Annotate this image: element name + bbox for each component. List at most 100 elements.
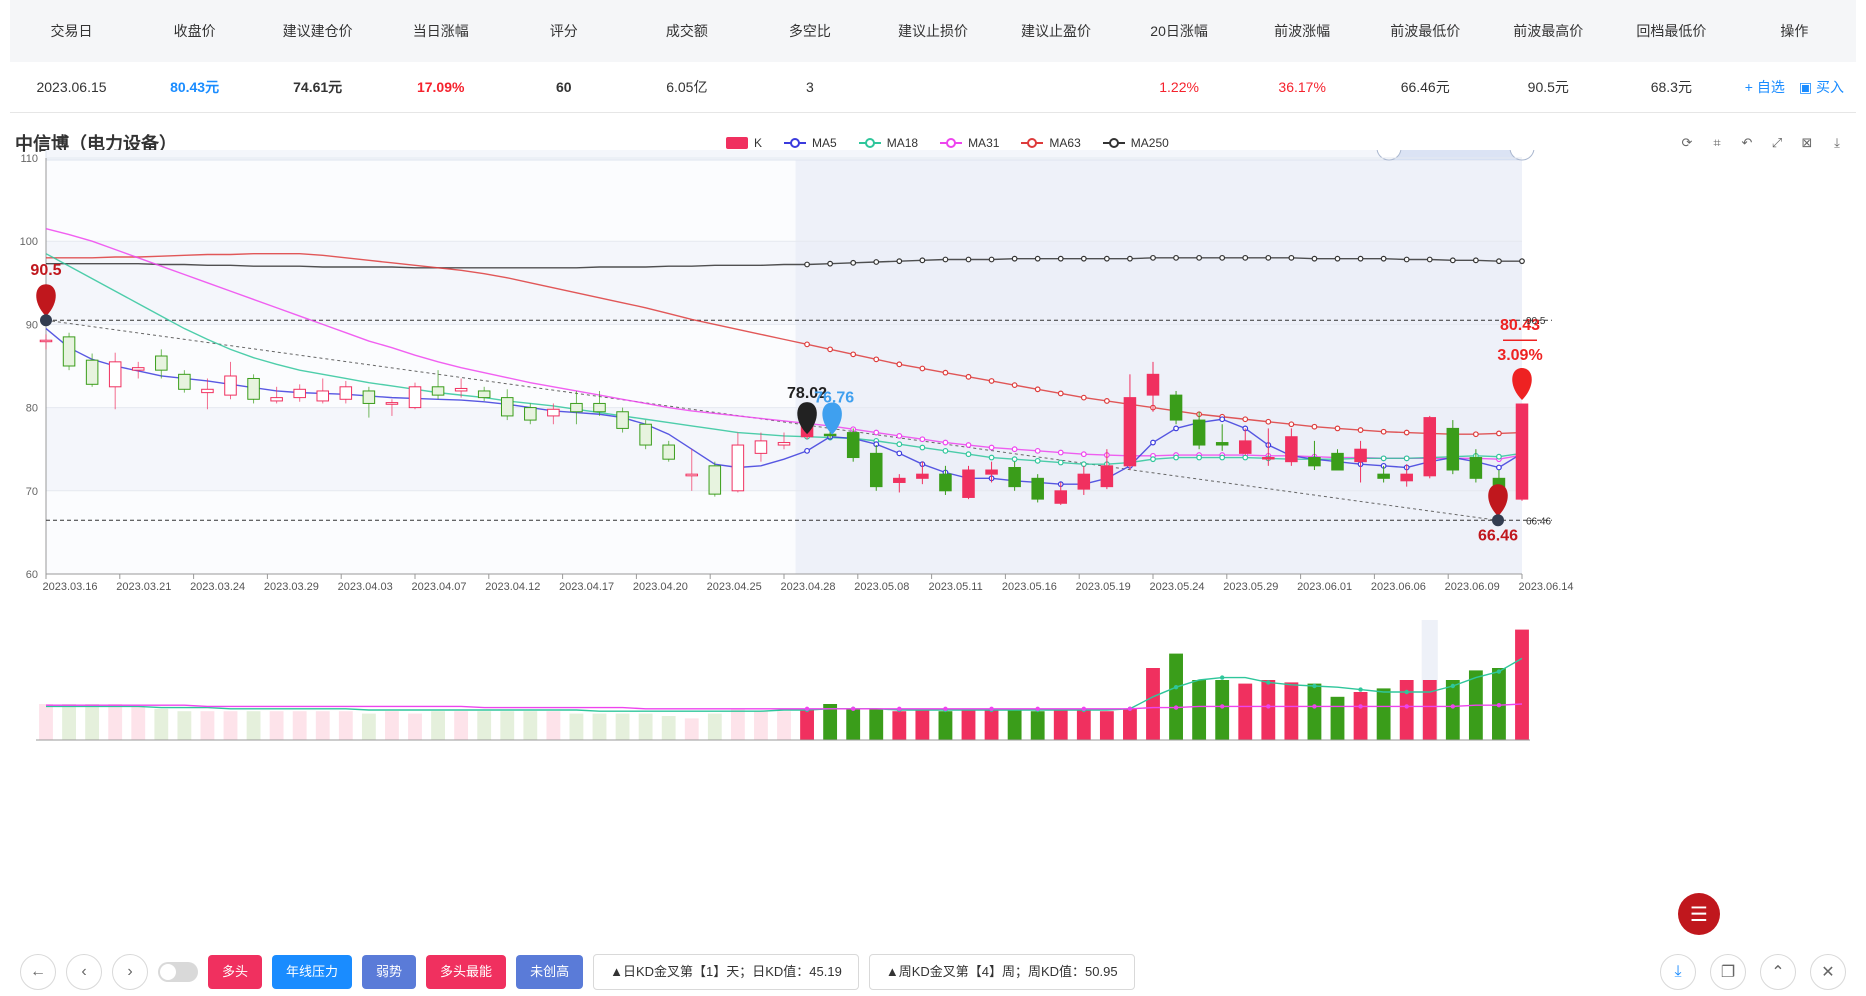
ma250-line-dot bbox=[1357, 255, 1364, 262]
ma250-line-dot bbox=[1196, 254, 1203, 261]
ma63-line-dot bbox=[850, 351, 857, 358]
ma250-line-dot bbox=[1334, 255, 1341, 262]
candle-body bbox=[131, 367, 145, 371]
menu-fab-icon[interactable]: ☰ bbox=[1678, 893, 1720, 935]
x-tick-label: 2023.04.25 bbox=[707, 581, 762, 593]
y-tick-label: 70 bbox=[26, 486, 38, 498]
table-cell: 6.05亿 bbox=[666, 79, 708, 95]
last-change-label: 3.09% bbox=[1497, 347, 1542, 364]
candle-body bbox=[316, 390, 330, 402]
candle-body bbox=[362, 390, 376, 404]
volume-bar bbox=[246, 711, 261, 740]
ma5-line-dot bbox=[1173, 425, 1179, 432]
candle-body bbox=[593, 402, 606, 413]
ma63-line-dot bbox=[827, 346, 834, 353]
ma18-line-dot bbox=[965, 451, 972, 458]
ma250-line-dot bbox=[1034, 255, 1041, 262]
volume-bar bbox=[730, 708, 745, 740]
candle-body bbox=[1469, 457, 1483, 479]
header-cell: 建议止损价 bbox=[897, 23, 968, 39]
ma18-line-dot bbox=[1150, 456, 1156, 463]
ma250-line-dot bbox=[1496, 258, 1502, 265]
volume-bar bbox=[1399, 680, 1414, 740]
candle-body bbox=[662, 444, 675, 460]
signal-tag[interactable]: 年线压力 bbox=[272, 955, 353, 989]
volume-ma-a-dot bbox=[1404, 689, 1409, 695]
close-icon[interactable]: ✕ bbox=[1810, 954, 1846, 990]
legend-ma63[interactable]: MA63 bbox=[1021, 136, 1081, 150]
candle-body bbox=[985, 469, 998, 475]
table-cell: 68.3元 bbox=[1650, 79, 1692, 95]
volume-ma-b-dot bbox=[1312, 704, 1317, 709]
kline-chart[interactable]: 110 100 90 80 70 60 2023.03.16 2023.03.21 2023.0… bbox=[0, 150, 1866, 950]
next-chevron-icon[interactable]: › bbox=[112, 954, 148, 990]
volume-bar bbox=[546, 711, 561, 740]
right-low-label: 66.46 bbox=[1526, 516, 1551, 527]
scroll-top-icon[interactable]: ⌃ bbox=[1760, 954, 1796, 990]
signal-tag[interactable]: 未创高 bbox=[516, 955, 584, 989]
x-tick-label: 2023.05.29 bbox=[1223, 581, 1278, 593]
ma63-line-dot bbox=[804, 341, 810, 348]
candle-body bbox=[962, 469, 975, 498]
bottom-toolbar: ← ‹ › 多头 年线压力 弱势 多头最能 未创高 ▲日KD金叉第【1】天；日KD值：4… bbox=[20, 954, 1135, 990]
candle-body bbox=[1100, 465, 1114, 488]
volume-bar bbox=[1515, 629, 1529, 740]
ma31-line-dot bbox=[1011, 446, 1018, 453]
download-icon[interactable]: ⤓ bbox=[1660, 954, 1696, 990]
toggle-switch[interactable] bbox=[158, 962, 198, 982]
volume-bar bbox=[661, 716, 676, 740]
ma18-line-dot bbox=[1011, 456, 1018, 463]
y-tick-label: 60 bbox=[26, 569, 38, 581]
ma31-line-dot bbox=[919, 436, 926, 443]
table-cell: 74.61元 bbox=[293, 79, 343, 95]
volume-bar bbox=[1238, 683, 1253, 740]
ma250-line-dot bbox=[1011, 255, 1018, 262]
x-tick-label: 2023.03.29 bbox=[264, 581, 319, 593]
candle-body bbox=[939, 473, 952, 492]
header-cell: 当日涨幅 bbox=[412, 23, 469, 39]
ma18-line-dot bbox=[896, 441, 903, 448]
volume-bar bbox=[500, 711, 515, 740]
table-cell: 2023.06.15 bbox=[36, 79, 107, 95]
legend-ma5[interactable]: MA5 bbox=[784, 136, 837, 150]
header-cell: 多空比 bbox=[788, 23, 831, 39]
ma250-line-dot bbox=[804, 261, 810, 268]
table-cell: 17.09% bbox=[416, 79, 465, 95]
ma250-line-dot bbox=[965, 256, 972, 263]
volume-bar bbox=[615, 713, 630, 740]
legend-ma31-label: MA31 bbox=[968, 136, 1000, 150]
table-cell: 1.22% bbox=[1159, 79, 1199, 95]
ma63-line-dot bbox=[919, 365, 926, 372]
volume-bar bbox=[638, 713, 653, 740]
header-cell: 20日涨幅 bbox=[1150, 23, 1208, 39]
table-row[interactable]: 2023.06.15 80.43元 74.61元 17.09% 60 6.05亿 3 1.22… bbox=[10, 62, 1856, 113]
volume-ma-a-dot bbox=[1312, 683, 1317, 689]
volume-bar bbox=[269, 711, 284, 740]
legend-ma18[interactable]: MA18 bbox=[858, 136, 918, 150]
ops-cell: + 自选 ▣ 买入 bbox=[1733, 77, 1856, 97]
header-cell: 建议建仓价 bbox=[282, 23, 353, 39]
right-actions: ⤓ ❐ ⌃ ✕ bbox=[1660, 954, 1846, 990]
ma18-line-dot bbox=[1080, 461, 1087, 468]
buy-button[interactable]: ▣ 买入 bbox=[1799, 77, 1844, 97]
volume-bar bbox=[385, 711, 399, 740]
legend-k[interactable]: K bbox=[726, 136, 762, 150]
candle-body bbox=[708, 465, 722, 495]
ma18-line-dot bbox=[1034, 457, 1041, 464]
back-arrow-icon[interactable]: ← bbox=[20, 954, 56, 990]
x-tick-label: 2023.06.14 bbox=[1518, 581, 1573, 593]
legend-ma250[interactable]: MA250 bbox=[1102, 136, 1169, 150]
candle-body bbox=[1377, 473, 1390, 479]
volume-bar bbox=[1076, 708, 1091, 740]
signal-tag[interactable]: 多头最能 bbox=[426, 955, 507, 989]
table-cell: 3 bbox=[806, 79, 814, 95]
signal-tag[interactable]: 弱势 bbox=[362, 955, 417, 989]
prev-chevron-icon[interactable]: ‹ bbox=[66, 954, 102, 990]
candle-body bbox=[639, 423, 652, 446]
copy-icon[interactable]: ❐ bbox=[1710, 954, 1746, 990]
volume-bar bbox=[523, 711, 538, 740]
legend-ma31[interactable]: MA31 bbox=[940, 136, 999, 150]
candle-body bbox=[547, 408, 560, 417]
signal-tag[interactable]: 多头 bbox=[208, 955, 263, 989]
add-watchlist-button[interactable]: + 自选 bbox=[1745, 77, 1785, 97]
